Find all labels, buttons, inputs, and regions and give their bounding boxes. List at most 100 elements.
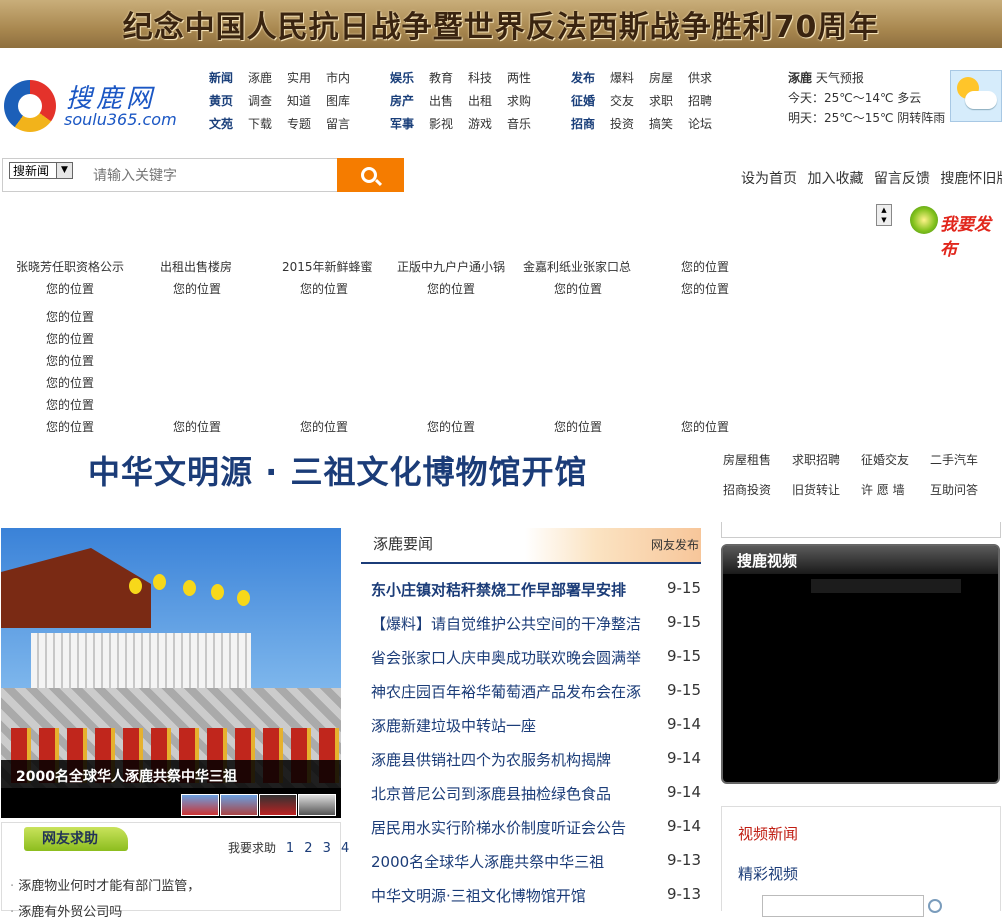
news-title[interactable]: 神农庄园百年裕华葡萄酒产品发布会在涿 [371, 681, 659, 702]
ad-slot[interactable]: 您的位置 [173, 418, 221, 435]
nav-link[interactable]: 留言 [326, 115, 365, 132]
post-button[interactable]: 我要发布 [908, 204, 1002, 260]
news-item[interactable]: 东小庄镇对秸秆禁烧工作早部署早安排 9-15 [371, 579, 701, 600]
classic-version-link[interactable]: 搜鹿怀旧版 [940, 171, 1002, 187]
nav-link[interactable]: 娱乐 [390, 69, 429, 86]
video-player[interactable]: 搜鹿视频 [721, 544, 1000, 784]
nav-link[interactable]: 影视 [429, 115, 468, 132]
news-title[interactable]: 居民用水实行阶梯水价制度听证会公告 [371, 817, 659, 838]
help-item[interactable]: 涿鹿物业何时才能有部门监管， [10, 875, 200, 894]
video-news-link[interactable]: 视频新闻 [738, 823, 798, 844]
ad-slot[interactable]: 您的位置 [681, 418, 729, 435]
ad-link[interactable]: 2015年新鲜蜂蜜 [282, 258, 373, 275]
nav-link[interactable]: 音乐 [507, 115, 546, 132]
ad-slot[interactable]: 您的位置 [300, 280, 348, 297]
nav-link[interactable]: 图库 [326, 92, 365, 109]
search-button[interactable] [337, 158, 404, 192]
nav-link[interactable]: 黄页 [209, 92, 248, 109]
news-item[interactable]: 神农庄园百年裕华葡萄酒产品发布会在涿 9-15 [371, 681, 701, 702]
nav-link[interactable]: 下载 [248, 115, 287, 132]
nav-link[interactable]: 市内 [326, 69, 365, 86]
news-item[interactable]: 涿鹿县供销社四个为农服务机构揭牌 9-14 [371, 749, 701, 770]
ad-slot[interactable]: 您的位置 [681, 280, 729, 297]
nav-link[interactable]: 投资 [610, 115, 649, 132]
ad-slot[interactable]: 您的位置 [173, 280, 221, 297]
nav-link[interactable]: 房屋 [649, 69, 688, 86]
nav-link[interactable]: 专题 [287, 115, 326, 132]
help-tab[interactable]: 网友求助 [24, 827, 128, 851]
ad-slot[interactable]: 您的位置 [46, 308, 94, 325]
site-logo[interactable]: 搜鹿网 soulu365.com [4, 78, 179, 133]
ad-slot[interactable]: 您的位置 [46, 396, 94, 413]
nav-link[interactable]: 发布 [571, 69, 610, 86]
news-item[interactable]: 中华文明源·三祖文化博物馆开馆 9-13 [371, 885, 701, 906]
ad-link[interactable]: 张晓芳任职资格公示 [16, 258, 124, 275]
nav-link[interactable]: 知道 [287, 92, 326, 109]
nav-link[interactable]: 教育 [429, 69, 468, 86]
news-item[interactable]: 北京普尼公司到涿鹿县抽检绿色食品 9-14 [371, 783, 701, 804]
scroll-spinner[interactable]: ▲ ▼ [876, 204, 892, 226]
slide-thumb-1[interactable] [181, 794, 219, 816]
ad-link[interactable]: 您的位置 [681, 258, 729, 275]
news-title[interactable]: 北京普尼公司到涿鹿县抽检绿色食品 [371, 783, 659, 804]
nav-link[interactable]: 论坛 [688, 115, 727, 132]
news-item[interactable]: 居民用水实行阶梯水价制度听证会公告 9-14 [371, 817, 701, 838]
ad-slot[interactable]: 您的位置 [554, 418, 602, 435]
news-title[interactable]: 【爆料】请自觉维护公共空间的干净整洁 [371, 613, 659, 634]
photo-slideshow[interactable]: 2000名全球华人涿鹿共祭中华三祖 [1, 528, 341, 818]
nav-link[interactable]: 实用 [287, 69, 326, 86]
news-item[interactable]: 涿鹿新建垃圾中转站一座 9-14 [371, 715, 701, 736]
ad-slot[interactable]: 您的位置 [46, 330, 94, 347]
nav-link[interactable]: 出租 [468, 92, 507, 109]
search-scope-select[interactable]: 搜新闻 ▼ [9, 162, 73, 179]
featured-video-link[interactable]: 精彩视频 [738, 863, 798, 884]
nav-link[interactable]: 征婚 [571, 92, 610, 109]
nav-link[interactable]: 两性 [507, 69, 546, 86]
ad-slot[interactable]: 您的位置 [46, 280, 94, 297]
ad-slot[interactable]: 您的位置 [427, 280, 475, 297]
quick-link[interactable]: 招商投资 [723, 481, 771, 498]
video-search-input[interactable] [762, 895, 924, 917]
ad-link[interactable]: 金嘉利纸业张家口总 [523, 258, 631, 275]
ad-link[interactable]: 正版中九户户通小锅 [397, 258, 505, 275]
slide-thumb-2[interactable] [220, 794, 258, 816]
nav-link[interactable]: 科技 [468, 69, 507, 86]
ad-slot[interactable]: 您的位置 [46, 352, 94, 369]
headline-banner[interactable]: 中华文明源 · 三祖文化博物馆开馆 [88, 447, 587, 493]
feedback-link[interactable]: 留言反馈 [874, 171, 930, 187]
nav-link[interactable]: 招商 [571, 115, 610, 132]
news-item[interactable]: 【爆料】请自觉维护公共空间的干净整洁 9-15 [371, 613, 701, 634]
weather-city[interactable]: 涿鹿 [788, 71, 812, 85]
news-title[interactable]: 省会张家口人庆申奥成功联欢晚会圆满举 [371, 647, 659, 668]
nav-link[interactable]: 求职 [649, 92, 688, 109]
nav-link[interactable]: 涿鹿 [248, 69, 287, 86]
slide-thumb-3[interactable] [259, 794, 297, 816]
add-favorite-link[interactable]: 加入收藏 [807, 171, 863, 187]
ad-slot[interactable]: 您的位置 [427, 418, 475, 435]
quick-link[interactable]: 二手汽车 [930, 451, 978, 468]
quick-link[interactable]: 求职招聘 [792, 451, 840, 468]
nav-link[interactable]: 招聘 [688, 92, 727, 109]
nav-link[interactable]: 搞笑 [649, 115, 688, 132]
top-banner[interactable]: 纪念中国人民抗日战争暨世界反法西斯战争胜利70周年 [0, 0, 1002, 48]
ask-help-link[interactable]: 我要求助 [228, 841, 276, 855]
nav-link[interactable]: 爆料 [610, 69, 649, 86]
nav-link[interactable]: 游戏 [468, 115, 507, 132]
set-home-link[interactable]: 设为首页 [741, 171, 797, 187]
slideshow-caption[interactable]: 2000名全球华人涿鹿共祭中华三祖 [16, 766, 237, 786]
search-input[interactable] [91, 164, 335, 188]
news-title[interactable]: 2000名全球华人涿鹿共祭中华三祖 [371, 851, 659, 872]
nav-link[interactable]: 供求 [688, 69, 727, 86]
quick-link[interactable]: 征婚交友 [861, 451, 909, 468]
quick-link[interactable]: 许 愿 墙 [861, 481, 905, 498]
news-title[interactable]: 涿鹿县供销社四个为农服务机构揭牌 [371, 749, 659, 770]
help-pagination[interactable]: 1 2 3 4 [286, 841, 352, 856]
nav-link[interactable]: 房产 [390, 92, 429, 109]
quick-link[interactable]: 旧货转让 [792, 481, 840, 498]
slide-thumb-4[interactable] [298, 794, 336, 816]
quick-link[interactable]: 互助问答 [930, 481, 978, 498]
nav-link[interactable]: 求购 [507, 92, 546, 109]
ad-slot[interactable]: 您的位置 [300, 418, 348, 435]
nav-link[interactable]: 新闻 [209, 69, 248, 86]
news-item[interactable]: 2000名全球华人涿鹿共祭中华三祖 9-13 [371, 851, 701, 872]
